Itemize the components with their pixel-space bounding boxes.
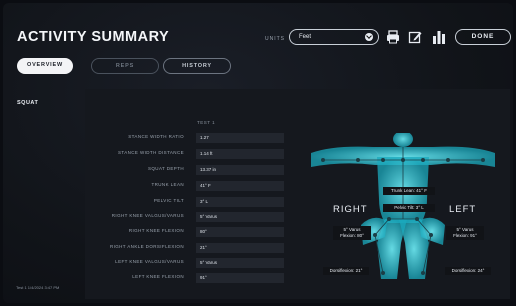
- left-knee-flexion: Flexion: 91°: [453, 233, 477, 238]
- metric-value: 21°: [196, 243, 284, 253]
- metric-row: SQUAT DEPTH 13.37 in: [91, 165, 296, 175]
- metric-label: RIGHT KNEE FLEXION: [128, 228, 184, 233]
- metric-row: PELVIC TILT 3° L: [91, 197, 296, 207]
- metric-label: TRUNK LEAN: [151, 182, 184, 187]
- right-knee-flexion: Flexion: 80°: [340, 233, 364, 238]
- metric-value: 5° Varus: [196, 212, 284, 222]
- metric-label: LEFT KNEE VALGUS/VARUS: [115, 259, 184, 264]
- trunk-lean-callout: Trunk Lean: 41° F: [383, 187, 435, 195]
- metric-row: RIGHT ANKLE DORSIFLEXION 21°: [91, 243, 296, 253]
- metric-row: LEFT KNEE FLEXION 91°: [91, 273, 296, 283]
- exercise-label: SQUAT: [17, 100, 39, 106]
- metric-value: 1.14 ft: [196, 149, 284, 159]
- pelvic-tilt-callout: Pelvic Tilt: 3° L: [383, 204, 435, 212]
- left-dorsiflexion-callout: Dorsiflexion: 24°: [445, 267, 491, 275]
- metric-label: PELVIC TILT: [153, 198, 184, 203]
- metric-value: 80°: [196, 227, 284, 237]
- metric-value: 91°: [196, 273, 284, 283]
- metric-label: STANCE WIDTH RATIO: [128, 134, 184, 139]
- units-label: UNITS: [265, 36, 285, 42]
- tab-history[interactable]: HISTORY: [163, 58, 231, 74]
- metric-value: 5° Varus: [196, 258, 284, 268]
- edit-icon[interactable]: [407, 29, 423, 45]
- metric-row: TRUNK LEAN 41° F: [91, 181, 296, 191]
- left-side-label: LEFT: [449, 204, 477, 215]
- right-side-label: RIGHT: [333, 204, 368, 215]
- done-button[interactable]: DONE: [455, 29, 511, 45]
- metric-row: RIGHT KNEE VALGUS/VARUS 5° Varus: [91, 212, 296, 222]
- test-timestamp: Test 1 1/4/2024 3:47 PM: [16, 285, 60, 290]
- metric-label: SQUAT DEPTH: [148, 166, 184, 171]
- right-dorsiflexion-callout: Dorsiflexion: 21°: [323, 267, 369, 275]
- print-icon[interactable]: [385, 29, 401, 45]
- activity-summary-window: ACTIVITY SUMMARY UNITS Feet DONE OVERVIE…: [3, 3, 513, 303]
- metric-row: STANCE WIDTH RATIO 1.27: [91, 133, 296, 143]
- tab-overview[interactable]: OVERVIEW: [17, 58, 73, 74]
- metric-label: LEFT KNEE FLEXION: [132, 274, 184, 279]
- metric-value: 41° F: [196, 181, 284, 191]
- left-knee-callout: 5° Varus Flexion: 91°: [446, 226, 484, 240]
- metric-value: 3° L: [196, 197, 284, 207]
- bar-chart-icon[interactable]: [431, 29, 447, 45]
- metric-row: RIGHT KNEE FLEXION 80°: [91, 227, 296, 237]
- metric-label: STANCE WIDTH DISTANCE: [118, 150, 184, 155]
- metric-row: STANCE WIDTH DISTANCE 1.14 ft: [91, 149, 296, 159]
- page-title: ACTIVITY SUMMARY: [17, 29, 170, 45]
- right-knee-callout: 5° Varus Flexion: 80°: [333, 226, 371, 240]
- units-select[interactable]: Feet: [289, 29, 379, 45]
- metric-value: 1.27: [196, 133, 284, 143]
- metric-label: RIGHT KNEE VALGUS/VARUS: [111, 213, 184, 218]
- tab-reps[interactable]: REPS: [91, 58, 159, 74]
- metric-row: LEFT KNEE VALGUS/VARUS 5° Varus: [91, 258, 296, 268]
- units-value: Feet: [299, 34, 312, 40]
- chevron-down-icon: [365, 33, 373, 41]
- metric-value: 13.37 in: [196, 165, 284, 175]
- test-column-header: TEST 1: [197, 120, 216, 125]
- metric-label: RIGHT ANKLE DORSIFLEXION: [109, 244, 184, 249]
